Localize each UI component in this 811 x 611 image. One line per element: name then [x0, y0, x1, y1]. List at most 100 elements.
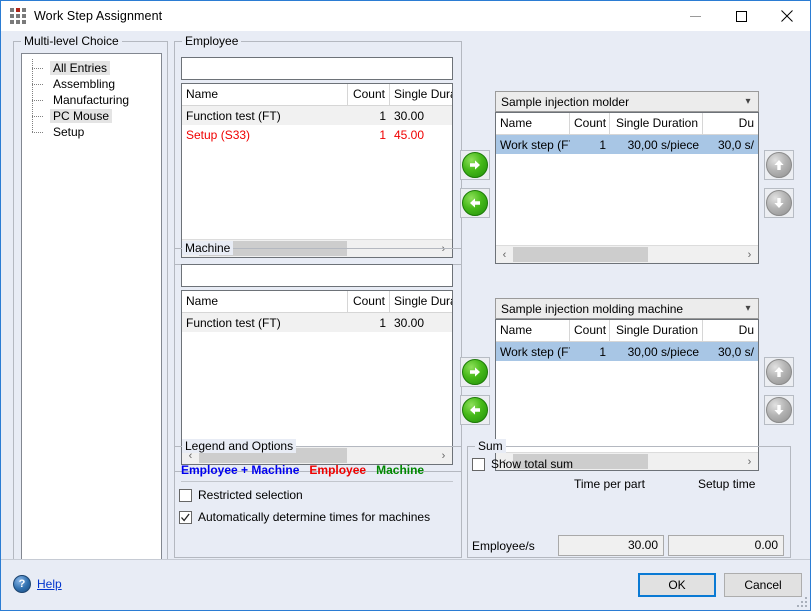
column-header-name[interactable]: Name: [182, 84, 348, 105]
help-link[interactable]: Help: [37, 577, 62, 591]
cell-name: Function test (FT): [182, 316, 348, 330]
cell-single-duration: 45.00: [390, 128, 452, 142]
tree-connector-icon: [22, 108, 50, 124]
grid-app-icon: [10, 8, 26, 24]
dialog-body: Multi-level Choice All Entries Assemblin…: [1, 31, 810, 559]
column-header-count[interactable]: Count: [348, 84, 390, 105]
employee-list-header: Name Count Single Dura: [182, 84, 452, 106]
column-header-single-duration[interactable]: Single Dura: [390, 291, 452, 312]
maximize-button[interactable]: [718, 1, 764, 31]
scroll-right-icon[interactable]: ›: [741, 246, 758, 263]
employee-group-label: Employee: [182, 34, 241, 48]
machine-list-rows: Function test (FT) 1 30.00: [182, 313, 452, 446]
add-machine-button[interactable]: [460, 357, 490, 387]
restricted-selection-option[interactable]: Restricted selection: [179, 488, 303, 502]
table-row[interactable]: Function test (FT) 1 30.00: [182, 313, 452, 332]
window-controls: [672, 1, 810, 31]
column-header-name[interactable]: Name: [496, 320, 570, 341]
employee-target-header: Name Count Single Duration Du: [496, 113, 758, 135]
chevron-down-icon[interactable]: ▾: [738, 96, 758, 107]
tree-connector-icon: [22, 76, 50, 92]
remove-employee-button[interactable]: [460, 188, 490, 218]
arrow-right-icon: [462, 359, 488, 385]
machine-target-header: Name Count Single Duration Du: [496, 320, 758, 342]
cell-count: 1: [348, 316, 390, 330]
tree-item-manufacturing[interactable]: Manufacturing: [22, 92, 161, 108]
column-header-name[interactable]: Name: [182, 291, 348, 312]
dialog-footer: ? Help OK Cancel: [1, 559, 810, 610]
arrow-up-icon: [766, 359, 792, 385]
employee-time-per-part-field[interactable]: 30.00: [558, 535, 664, 556]
machine-list-header: Name Count Single Dura: [182, 291, 452, 313]
col-header-setup-time: Setup time: [698, 477, 755, 491]
column-header-duration[interactable]: Du: [703, 113, 758, 134]
auto-determine-times-label: Automatically determine times for machin…: [198, 510, 430, 524]
tree-item-setup[interactable]: Setup: [22, 124, 161, 140]
cell-count: 1: [570, 138, 610, 152]
tree-item-pc-mouse[interactable]: PC Mouse: [22, 108, 161, 124]
legend-employee-and-machine: Employee + Machine: [181, 463, 299, 477]
column-header-single-duration[interactable]: Single Duration: [610, 113, 703, 134]
tree-item-assembling[interactable]: Assembling: [22, 76, 161, 92]
col-header-time-per-part: Time per part: [574, 477, 645, 491]
cancel-button[interactable]: Cancel: [724, 573, 802, 597]
legend-entries: Employee + Machine Employee Machine: [181, 463, 424, 477]
window-title: Work Step Assignment: [34, 9, 162, 23]
minimize-button[interactable]: [672, 1, 718, 31]
machine-filter-input[interactable]: [181, 264, 453, 287]
checkbox-checked-icon[interactable]: [179, 511, 192, 524]
ok-button[interactable]: OK: [638, 573, 716, 597]
arrow-up-icon: [766, 152, 792, 178]
add-employee-button[interactable]: [460, 150, 490, 180]
sum-group-label: Sum: [475, 439, 506, 453]
help-icon[interactable]: ?: [13, 575, 31, 593]
scroll-thumb[interactable]: [513, 247, 648, 262]
employee-move-up-button[interactable]: [764, 150, 794, 180]
scroll-left-icon[interactable]: ‹: [496, 246, 513, 263]
checkbox-unchecked-icon[interactable]: [472, 458, 485, 471]
machine-target-combo[interactable]: Sample injection molding machine ▾: [495, 298, 759, 319]
column-header-count[interactable]: Count: [348, 291, 390, 312]
chevron-down-icon[interactable]: ▾: [738, 303, 758, 314]
table-row[interactable]: Setup (S33) 1 45.00: [182, 125, 452, 144]
column-header-duration[interactable]: Du: [703, 320, 758, 341]
machine-target-combo-value: Sample injection molding machine: [501, 302, 738, 316]
column-header-single-duration[interactable]: Single Dura: [390, 84, 452, 105]
employee-filter-input[interactable]: [181, 57, 453, 80]
title-bar: Work Step Assignment: [1, 1, 810, 31]
legend-employee: Employee: [309, 463, 366, 477]
cell-duration: 30,0 s/: [703, 345, 758, 359]
arrow-right-icon: [462, 152, 488, 178]
column-header-count[interactable]: Count: [570, 113, 610, 134]
multi-level-choice-tree[interactable]: All Entries Assembling Manufacturing PC …: [21, 53, 162, 581]
resize-grip[interactable]: [795, 595, 807, 607]
arrow-down-icon: [766, 397, 792, 423]
table-row[interactable]: Work step (FT) 1 30,00 s/piece 30,0 s/: [496, 342, 758, 361]
show-total-sum-option[interactable]: Show total sum: [472, 457, 573, 471]
auto-determine-times-option[interactable]: Automatically determine times for machin…: [179, 510, 430, 524]
close-button[interactable]: [764, 1, 810, 31]
employee-setup-time-field[interactable]: 0.00: [668, 535, 784, 556]
remove-machine-button[interactable]: [460, 395, 490, 425]
restricted-selection-label: Restricted selection: [198, 488, 303, 502]
scroll-track[interactable]: [513, 246, 741, 263]
table-row[interactable]: Work step (FT) 1 30,00 s/piece 30,0 s/: [496, 135, 758, 154]
tree-item-label: All Entries: [50, 61, 110, 75]
column-header-count[interactable]: Count: [570, 320, 610, 341]
tree-item-all-entries[interactable]: All Entries: [22, 60, 161, 76]
column-header-name[interactable]: Name: [496, 113, 570, 134]
employee-source-list[interactable]: Name Count Single Dura Function test (FT…: [181, 83, 453, 258]
employee-target-list[interactable]: Name Count Single Duration Du Work step …: [495, 112, 759, 264]
machine-move-up-button[interactable]: [764, 357, 794, 387]
employee-target-combo-value: Sample injection molder: [501, 95, 738, 109]
cell-name: Work step (FT): [496, 138, 570, 152]
employee-target-hscrollbar[interactable]: ‹ ›: [496, 245, 758, 263]
table-row[interactable]: Function test (FT) 1 30.00: [182, 106, 452, 125]
machine-move-down-button[interactable]: [764, 395, 794, 425]
checkbox-unchecked-icon[interactable]: [179, 489, 192, 502]
cell-count: 1: [348, 109, 390, 123]
column-header-single-duration[interactable]: Single Duration: [610, 320, 703, 341]
cell-count: 1: [348, 128, 390, 142]
employee-target-combo[interactable]: Sample injection molder ▾: [495, 91, 759, 112]
employee-move-down-button[interactable]: [764, 188, 794, 218]
